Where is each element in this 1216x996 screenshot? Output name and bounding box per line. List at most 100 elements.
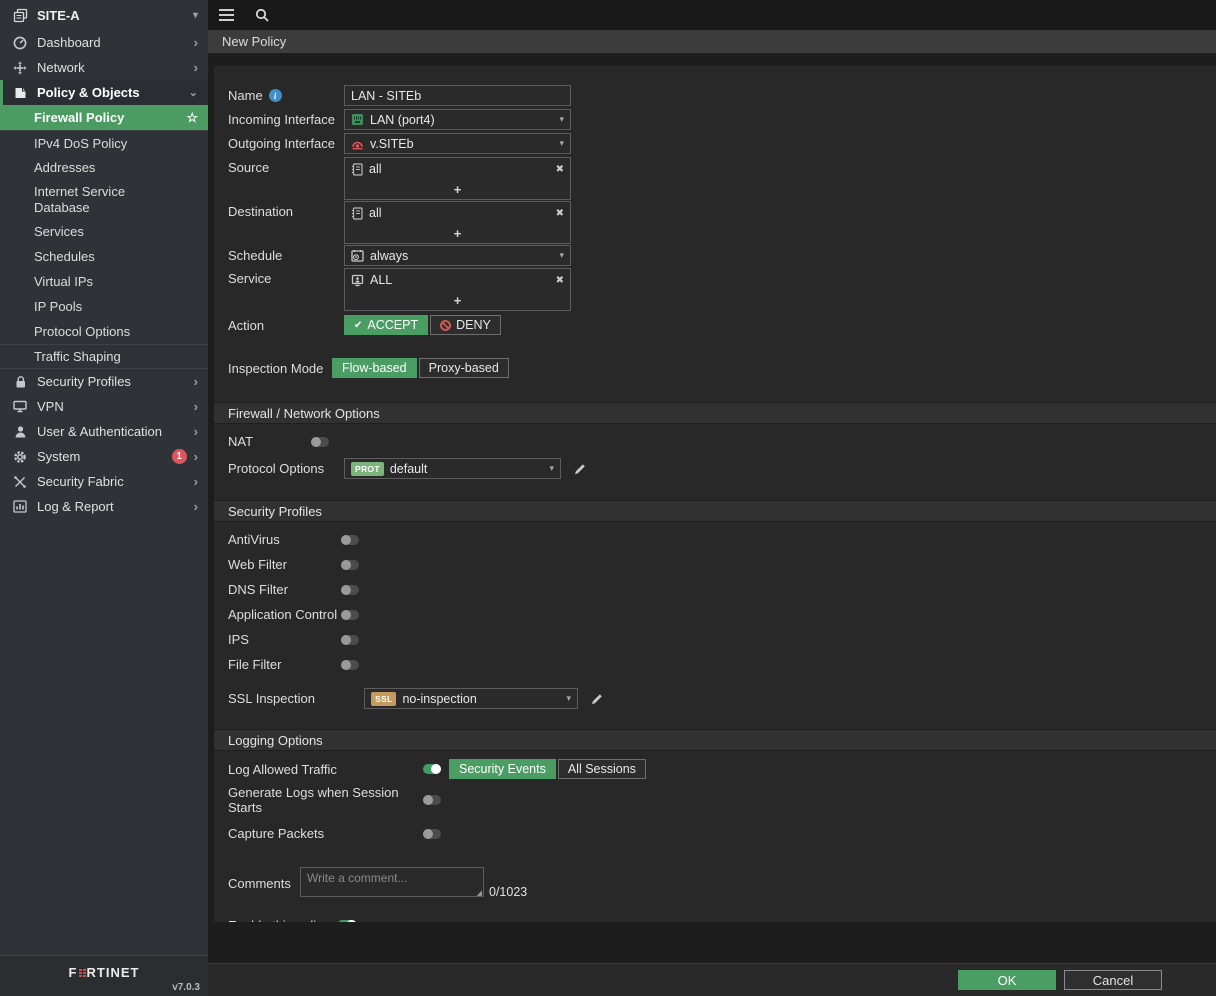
incoming-interface-label: Incoming Interface (228, 112, 344, 127)
sidebar-item-dashboard[interactable]: Dashboard › (0, 30, 208, 55)
sidebar-subitem-traffic-shaping[interactable]: Traffic Shaping (0, 344, 208, 369)
all-sessions-button[interactable]: All Sessions (558, 759, 646, 779)
sidebar-subitem-label: Firewall Policy (34, 110, 124, 125)
nat-toggle[interactable] (311, 437, 329, 447)
hamburger-menu-icon[interactable] (219, 9, 234, 21)
sidebar-subitem-internet-service-database[interactable]: Internet Service Database (0, 180, 160, 219)
sidebar-subitem-services[interactable]: Services (0, 219, 208, 244)
remove-icon[interactable]: ✖ (556, 208, 564, 219)
source-label: Source (228, 157, 344, 175)
deny-button[interactable]: DENY (430, 315, 501, 335)
web-filter-row: Web Filter (228, 557, 1196, 572)
capture-packets-row: Capture Packets (228, 826, 1196, 841)
schedule-select[interactable]: always ▾ (344, 245, 571, 266)
protocol-options-select[interactable]: PROT default ▾ (344, 458, 561, 479)
name-label: Name (228, 88, 263, 103)
sidebar-subitem-addresses[interactable]: Addresses (0, 155, 208, 180)
ok-button[interactable]: OK (958, 970, 1056, 990)
top-bar (208, 0, 1216, 30)
edit-pencil-icon[interactable] (590, 692, 604, 706)
file-filter-toggle[interactable] (341, 660, 359, 670)
sidebar-subitem-ipv4-dos-policy[interactable]: IPv4 DoS Policy (0, 130, 208, 155)
sidebar-item-network[interactable]: Network › (0, 55, 208, 80)
gear-icon (12, 449, 28, 464)
accept-button[interactable]: ✔ ACCEPT (344, 315, 428, 335)
log-allowed-traffic-row: Log Allowed Traffic Security Events All … (228, 759, 1196, 779)
outgoing-interface-select[interactable]: v.SITEb ▾ (344, 133, 571, 154)
web-filter-toggle[interactable] (341, 560, 359, 570)
sidebar-item-security-profiles[interactable]: Security Profiles › (0, 369, 208, 394)
source-add-button[interactable]: + (345, 180, 570, 199)
vdom-selector[interactable]: SITE-A ▾ (0, 0, 208, 30)
sidebar-item-log-report[interactable]: Log & Report › (0, 494, 208, 519)
sidebar-subitem-protocol-options[interactable]: Protocol Options (0, 319, 208, 344)
enable-policy-toggle[interactable] (337, 920, 357, 922)
dns-filter-row: DNS Filter (228, 582, 1196, 597)
file-filter-label: File Filter (228, 657, 341, 672)
outgoing-interface-row: Outgoing Interface v.SITEb ▾ (228, 133, 1196, 154)
address-book-icon (351, 207, 363, 220)
sidebar-item-user-authentication[interactable]: User & Authentication › (0, 419, 208, 444)
sidebar-item-label: User & Authentication (37, 424, 162, 439)
policy-name-input[interactable] (344, 85, 571, 106)
favorite-star-icon[interactable]: ☆ (186, 110, 198, 126)
service-entry-value: ALL (370, 273, 392, 287)
tunnel-interface-icon (351, 137, 364, 150)
sidebar-subitem-label: Addresses (34, 160, 95, 175)
sidebar-subitem-virtual-ips[interactable]: Virtual IPs (0, 269, 208, 294)
sidebar-subitem-label: IPv4 DoS Policy (34, 136, 127, 151)
edit-pencil-icon[interactable] (573, 462, 587, 476)
sidebar-item-system[interactable]: System 1 › (0, 444, 208, 469)
action-segment: ✔ ACCEPT DENY (344, 315, 501, 335)
ssl-inspection-select[interactable]: SSL no-inspection ▾ (364, 688, 578, 709)
ips-toggle[interactable] (341, 635, 359, 645)
sidebar-item-policy-objects[interactable]: Policy & Objects ⌄ (0, 80, 208, 105)
generate-logs-toggle[interactable] (423, 795, 441, 805)
proxy-based-button[interactable]: Proxy-based (419, 358, 509, 378)
search-icon[interactable] (255, 8, 270, 23)
log-allowed-traffic-toggle[interactable] (423, 764, 441, 774)
source-entry[interactable]: all ✖ (345, 158, 570, 180)
incoming-interface-select[interactable]: LAN (port4) ▾ (344, 109, 571, 130)
chevron-right-icon: › (194, 399, 198, 414)
comments-textarea[interactable] (300, 867, 484, 897)
destination-row: Destination all ✖ + (228, 201, 1196, 244)
service-add-button[interactable]: + (345, 291, 570, 310)
application-control-toggle[interactable] (341, 610, 359, 620)
remove-icon[interactable]: ✖ (556, 275, 564, 286)
sidebar-subitem-label: Internet Service Database (34, 184, 150, 215)
app-window: SITE-A ▾ Dashboard › Network › Policy & … (0, 0, 1216, 996)
antivirus-toggle[interactable] (341, 535, 359, 545)
resize-grip-icon[interactable]: ◢ (477, 889, 482, 897)
flow-based-button[interactable]: Flow-based (332, 358, 417, 378)
service-entry[interactable]: ALL ✖ (345, 269, 570, 291)
firmware-version: v7.0.3 (172, 982, 200, 993)
sidebar-item-label: Security Fabric (37, 474, 124, 489)
sidebar-item-vpn[interactable]: VPN › (0, 394, 208, 419)
ssl-inspection-value: no-inspection (402, 692, 476, 706)
section-security-profiles: Security Profiles (214, 500, 1216, 522)
schedule-label: Schedule (228, 248, 344, 263)
sidebar-subitem-label: Services (34, 224, 84, 239)
comments-label: Comments (228, 876, 300, 891)
dns-filter-toggle[interactable] (341, 585, 359, 595)
info-icon[interactable]: i (269, 89, 282, 102)
sidebar-subitem-label: Virtual IPs (34, 274, 93, 289)
fortinet-logo-rtinet: RTINET (87, 965, 140, 980)
capture-packets-toggle[interactable] (423, 829, 441, 839)
source-entry-value: all (369, 162, 382, 176)
sidebar-subitem-ip-pools[interactable]: IP Pools (0, 294, 208, 319)
sidebar-subitem-schedules[interactable]: Schedules (0, 244, 208, 269)
sidebar-item-security-fabric[interactable]: Security Fabric › (0, 469, 208, 494)
chevron-right-icon: › (194, 474, 198, 489)
cancel-button[interactable]: Cancel (1064, 970, 1162, 990)
remove-icon[interactable]: ✖ (556, 164, 564, 175)
service-icon (351, 274, 364, 287)
security-events-button[interactable]: Security Events (449, 759, 556, 779)
check-icon: ✔ (354, 320, 362, 331)
destination-add-button[interactable]: + (345, 224, 570, 243)
destination-entry[interactable]: all ✖ (345, 202, 570, 224)
nat-row: NAT (228, 434, 1196, 449)
antivirus-label: AntiVirus (228, 532, 341, 547)
sidebar-subitem-firewall-policy[interactable]: Firewall Policy ☆ (0, 105, 208, 130)
